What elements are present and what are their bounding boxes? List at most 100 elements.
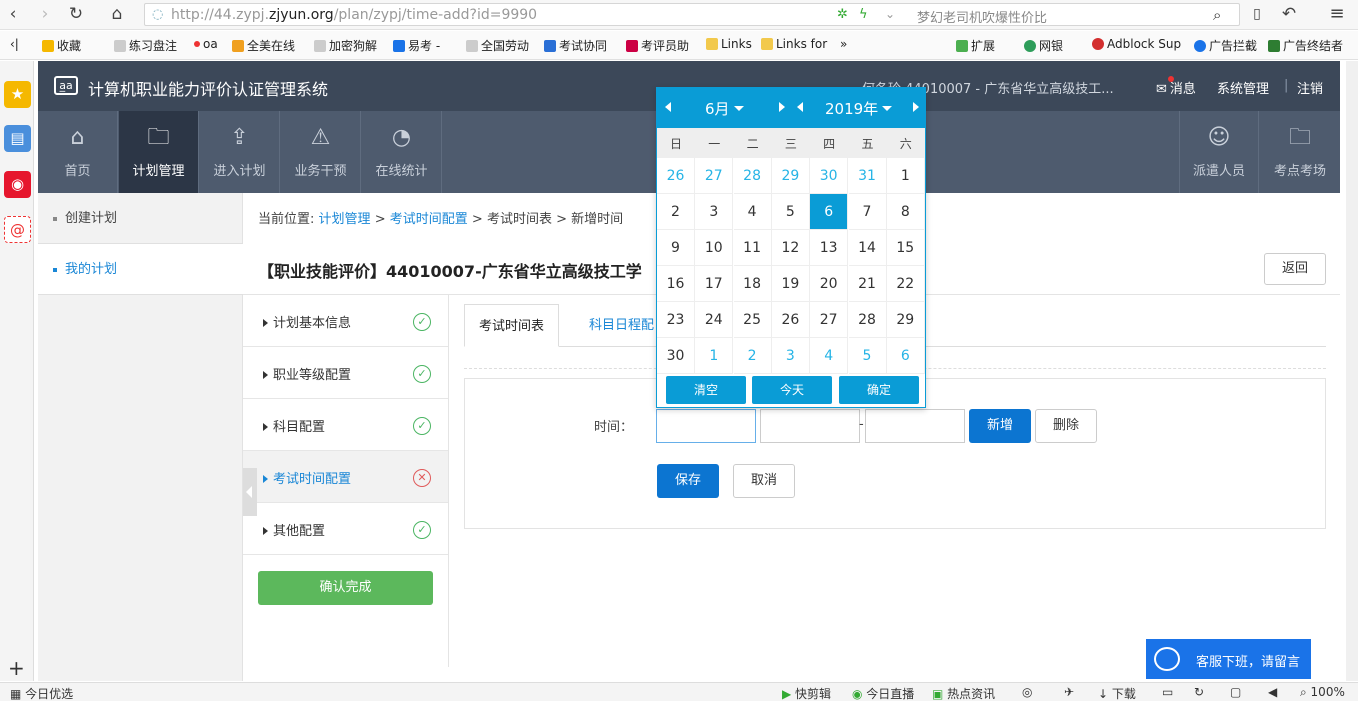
day-cell[interactable]: 4 (810, 338, 849, 374)
bookmark-item[interactable]: oa (194, 37, 218, 51)
status-item[interactable]: ▣ 热点资讯 (932, 685, 995, 701)
month-select[interactable]: 6月 (705, 98, 744, 119)
nav-plan-management[interactable]: 🗀 计划管理 (119, 111, 199, 193)
nav-business-intervention[interactable]: ⚠ 业务干预 (281, 111, 361, 193)
bookmark-item[interactable]: Adblock Sup (1092, 37, 1181, 51)
mail-icon[interactable]: @ (4, 216, 31, 243)
back-button[interactable]: 返回 (1264, 253, 1326, 285)
save-button[interactable]: 保存 (657, 464, 719, 498)
day-cell[interactable]: 29 (771, 158, 810, 194)
day-cell[interactable]: 20 (810, 266, 849, 302)
bookmark-item[interactable]: 收藏 (42, 37, 81, 54)
day-cell[interactable]: 10 (695, 230, 734, 266)
nav-enter-plan[interactable]: ⇪ 进入计划 (200, 111, 280, 193)
day-cell[interactable]: 22 (886, 266, 925, 302)
status-today-picks[interactable]: ▦ 今日优选 (10, 685, 73, 701)
collapse-handle[interactable] (243, 468, 257, 516)
ok-button[interactable]: 确定 (839, 376, 919, 404)
step-subject-config[interactable]: 科目配置 ✓ (243, 399, 448, 451)
apps-icon[interactable]: ▤ (4, 125, 31, 152)
end-time-input[interactable] (865, 409, 965, 443)
speed-icon[interactable]: ✲ (837, 7, 848, 22)
status-item[interactable]: ↓ 下载 (1098, 685, 1136, 701)
day-cell[interactable]: 8 (886, 194, 925, 230)
window-icon[interactable]: ▢ (1230, 685, 1241, 699)
zoom-control[interactable]: ⌕ 100% (1300, 685, 1345, 700)
day-cell[interactable]: 30 (810, 158, 849, 194)
add-button[interactable]: 新增 (969, 409, 1031, 443)
day-cell[interactable]: 2 (733, 338, 772, 374)
today-button[interactable]: 今天 (752, 376, 832, 404)
favorites-icon[interactable]: ★ (4, 81, 31, 108)
step-basic-info[interactable]: 计划基本信息 ✓ (243, 295, 448, 347)
pin-icon[interactable]: ✈ (1064, 685, 1074, 699)
bookmark-item[interactable]: 全美在线 (232, 37, 295, 54)
day-cell[interactable]: 28 (848, 302, 887, 338)
day-cell[interactable]: 30 (657, 338, 695, 374)
bookmark-item[interactable]: Links (706, 37, 752, 51)
bookmark-item[interactable]: 考试协同 (544, 37, 607, 54)
nav-dispatch-staff[interactable]: ☺ 派遣人员 (1179, 111, 1259, 193)
day-cell[interactable]: 14 (848, 230, 887, 266)
day-cell[interactable]: 5 (848, 338, 887, 374)
cancel-button[interactable]: 取消 (733, 464, 795, 498)
bookmark-item[interactable]: 练习盘注 (114, 37, 177, 54)
day-cell[interactable]: 6 (810, 194, 849, 230)
day-cell[interactable]: 3 (771, 338, 810, 374)
day-cell[interactable]: 1 (695, 338, 734, 374)
search-hint[interactable]: 梦幻老司机吹爆性价比 (917, 7, 1047, 26)
day-cell[interactable]: 3 (695, 194, 734, 230)
add-icon[interactable]: + (8, 656, 25, 680)
bookmark-item[interactable]: Links for (761, 37, 827, 51)
prev-year-icon[interactable] (797, 102, 803, 112)
sound-icon[interactable]: ◀ (1268, 685, 1277, 699)
menu-my-plans[interactable]: 我的计划 (38, 244, 243, 295)
bookmark-item[interactable]: 广告终结者 (1268, 37, 1343, 54)
day-cell[interactable]: 2 (657, 194, 695, 230)
phone-icon[interactable]: ▯ (1246, 3, 1268, 25)
bookmark-item[interactable]: 全国劳动 (466, 37, 529, 54)
day-cell[interactable]: 23 (657, 302, 695, 338)
day-cell[interactable]: 27 (695, 158, 734, 194)
day-cell[interactable]: 15 (886, 230, 925, 266)
breadcrumb-plan-management[interactable]: 计划管理 (319, 212, 371, 227)
status-item[interactable]: ◉ 今日直播 (852, 685, 914, 701)
lightning-icon[interactable]: ϟ (859, 7, 868, 22)
day-cell[interactable]: 1 (886, 158, 925, 194)
breadcrumb-exam-time-config[interactable]: 考试时间配置 (390, 212, 468, 227)
delete-button[interactable]: 删除 (1035, 409, 1097, 443)
day-cell[interactable]: 5 (771, 194, 810, 230)
day-cell[interactable]: 19 (771, 266, 810, 302)
compass-icon[interactable]: ◎ (1022, 685, 1032, 699)
nav-online-stats[interactable]: ◔ 在线统计 (362, 111, 442, 193)
day-cell[interactable]: 6 (886, 338, 925, 374)
day-cell[interactable]: 12 (771, 230, 810, 266)
confirm-complete-button[interactable]: 确认完成 (258, 571, 433, 605)
more-bookmarks-icon[interactable]: » (840, 37, 847, 51)
logout-link[interactable]: 注销 (1297, 78, 1323, 97)
chat-widget[interactable]: 客服下班，请留言 (1146, 639, 1311, 679)
day-cell[interactable]: 4 (733, 194, 772, 230)
bookmark-item[interactable]: 易考 - (393, 37, 440, 54)
back-icon[interactable]: ‹ (2, 3, 24, 25)
day-cell[interactable]: 24 (695, 302, 734, 338)
day-cell[interactable]: 9 (657, 230, 695, 266)
menu-create-plan[interactable]: 创建计划 (38, 193, 243, 244)
day-cell[interactable]: 11 (733, 230, 772, 266)
nav-home[interactable]: ⌂ 首页 (38, 111, 118, 193)
next-year-icon[interactable] (913, 102, 919, 112)
messages-link[interactable]: ✉ 消息 (1156, 78, 1196, 97)
weibo-icon[interactable]: ◉ (4, 171, 31, 198)
step-other-config[interactable]: 其他配置 ✓ (243, 503, 448, 555)
tab-exam-timetable[interactable]: 考试时间表 (464, 304, 560, 347)
day-cell[interactable]: 17 (695, 266, 734, 302)
menu-icon[interactable]: ≡ (1326, 3, 1348, 25)
bookmark-item[interactable]: 网银 (1024, 37, 1063, 54)
clear-button[interactable]: 清空 (666, 376, 746, 404)
system-admin-link[interactable]: 系统管理 (1217, 78, 1269, 97)
bookmark-item[interactable]: 考评员助 (626, 37, 689, 54)
address-bar[interactable]: ◌ http://44.zypj.zjyun.org/plan/zypj/tim… (144, 3, 1240, 26)
day-cell[interactable]: 31 (848, 158, 887, 194)
refresh-icon[interactable]: ↻ (1194, 685, 1204, 699)
prev-month-icon[interactable] (665, 102, 671, 112)
